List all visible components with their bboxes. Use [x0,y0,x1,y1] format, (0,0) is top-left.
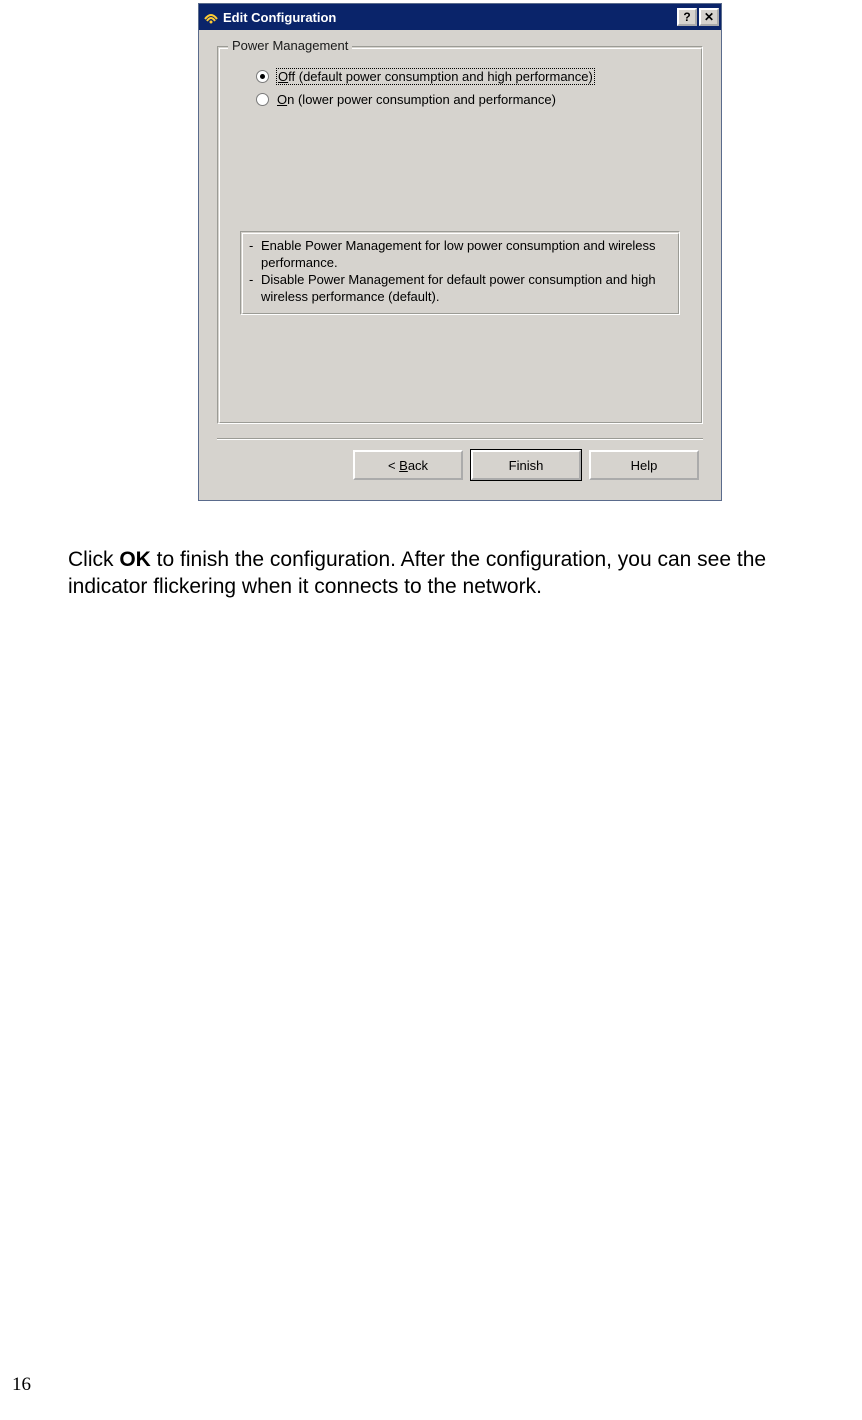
wifi-icon [203,9,219,25]
back-button[interactable]: < Back [353,450,463,480]
dialog-title: Edit Configuration [223,10,677,25]
desc-text-1: Enable Power Management for low power co… [261,238,671,272]
instruction-pre: Click [68,548,119,571]
desc-text-2: Disable Power Management for default pow… [261,272,671,306]
titlebar-buttons: ? ✕ [677,8,721,26]
page-number: 16 [12,1374,31,1396]
instruction-bold: OK [119,548,151,571]
radio-row-on[interactable]: On (lower power consumption and performa… [256,92,664,107]
instruction-post: to finish the configuration. After the c… [68,548,766,598]
description-box: - Enable Power Management for low power … [240,231,680,315]
desc-line-2: - Disable Power Management for default p… [249,272,671,306]
radio-on-label[interactable]: On (lower power consumption and performa… [277,92,556,107]
finish-button[interactable]: Finish [471,450,581,480]
bullet-icon: - [249,238,261,272]
dialog-body: Power Management Off (default power cons… [199,30,721,500]
dialog-button-row: < Back Finish Help [217,450,703,490]
radio-off[interactable] [256,70,269,83]
button-separator [217,438,703,440]
title-close-button[interactable]: ✕ [699,8,719,26]
radio-off-label[interactable]: Off (default power consumption and high … [277,69,594,84]
help-button[interactable]: Help [589,450,699,480]
dialog-window: Edit Configuration ? ✕ Power Management … [198,3,722,501]
radio-row-off[interactable]: Off (default power consumption and high … [256,69,664,84]
group-title: Power Management [228,38,352,53]
title-help-button[interactable]: ? [677,8,697,26]
desc-line-1: - Enable Power Management for low power … [249,238,671,272]
titlebar: Edit Configuration ? ✕ [199,4,721,30]
bullet-icon: - [249,272,261,306]
power-management-group: Power Management Off (default power cons… [217,46,703,424]
radio-on[interactable] [256,93,269,106]
document-page: Edit Configuration ? ✕ Power Management … [0,0,862,1420]
instruction-paragraph: Click OK to finish the configuration. Af… [68,546,810,601]
